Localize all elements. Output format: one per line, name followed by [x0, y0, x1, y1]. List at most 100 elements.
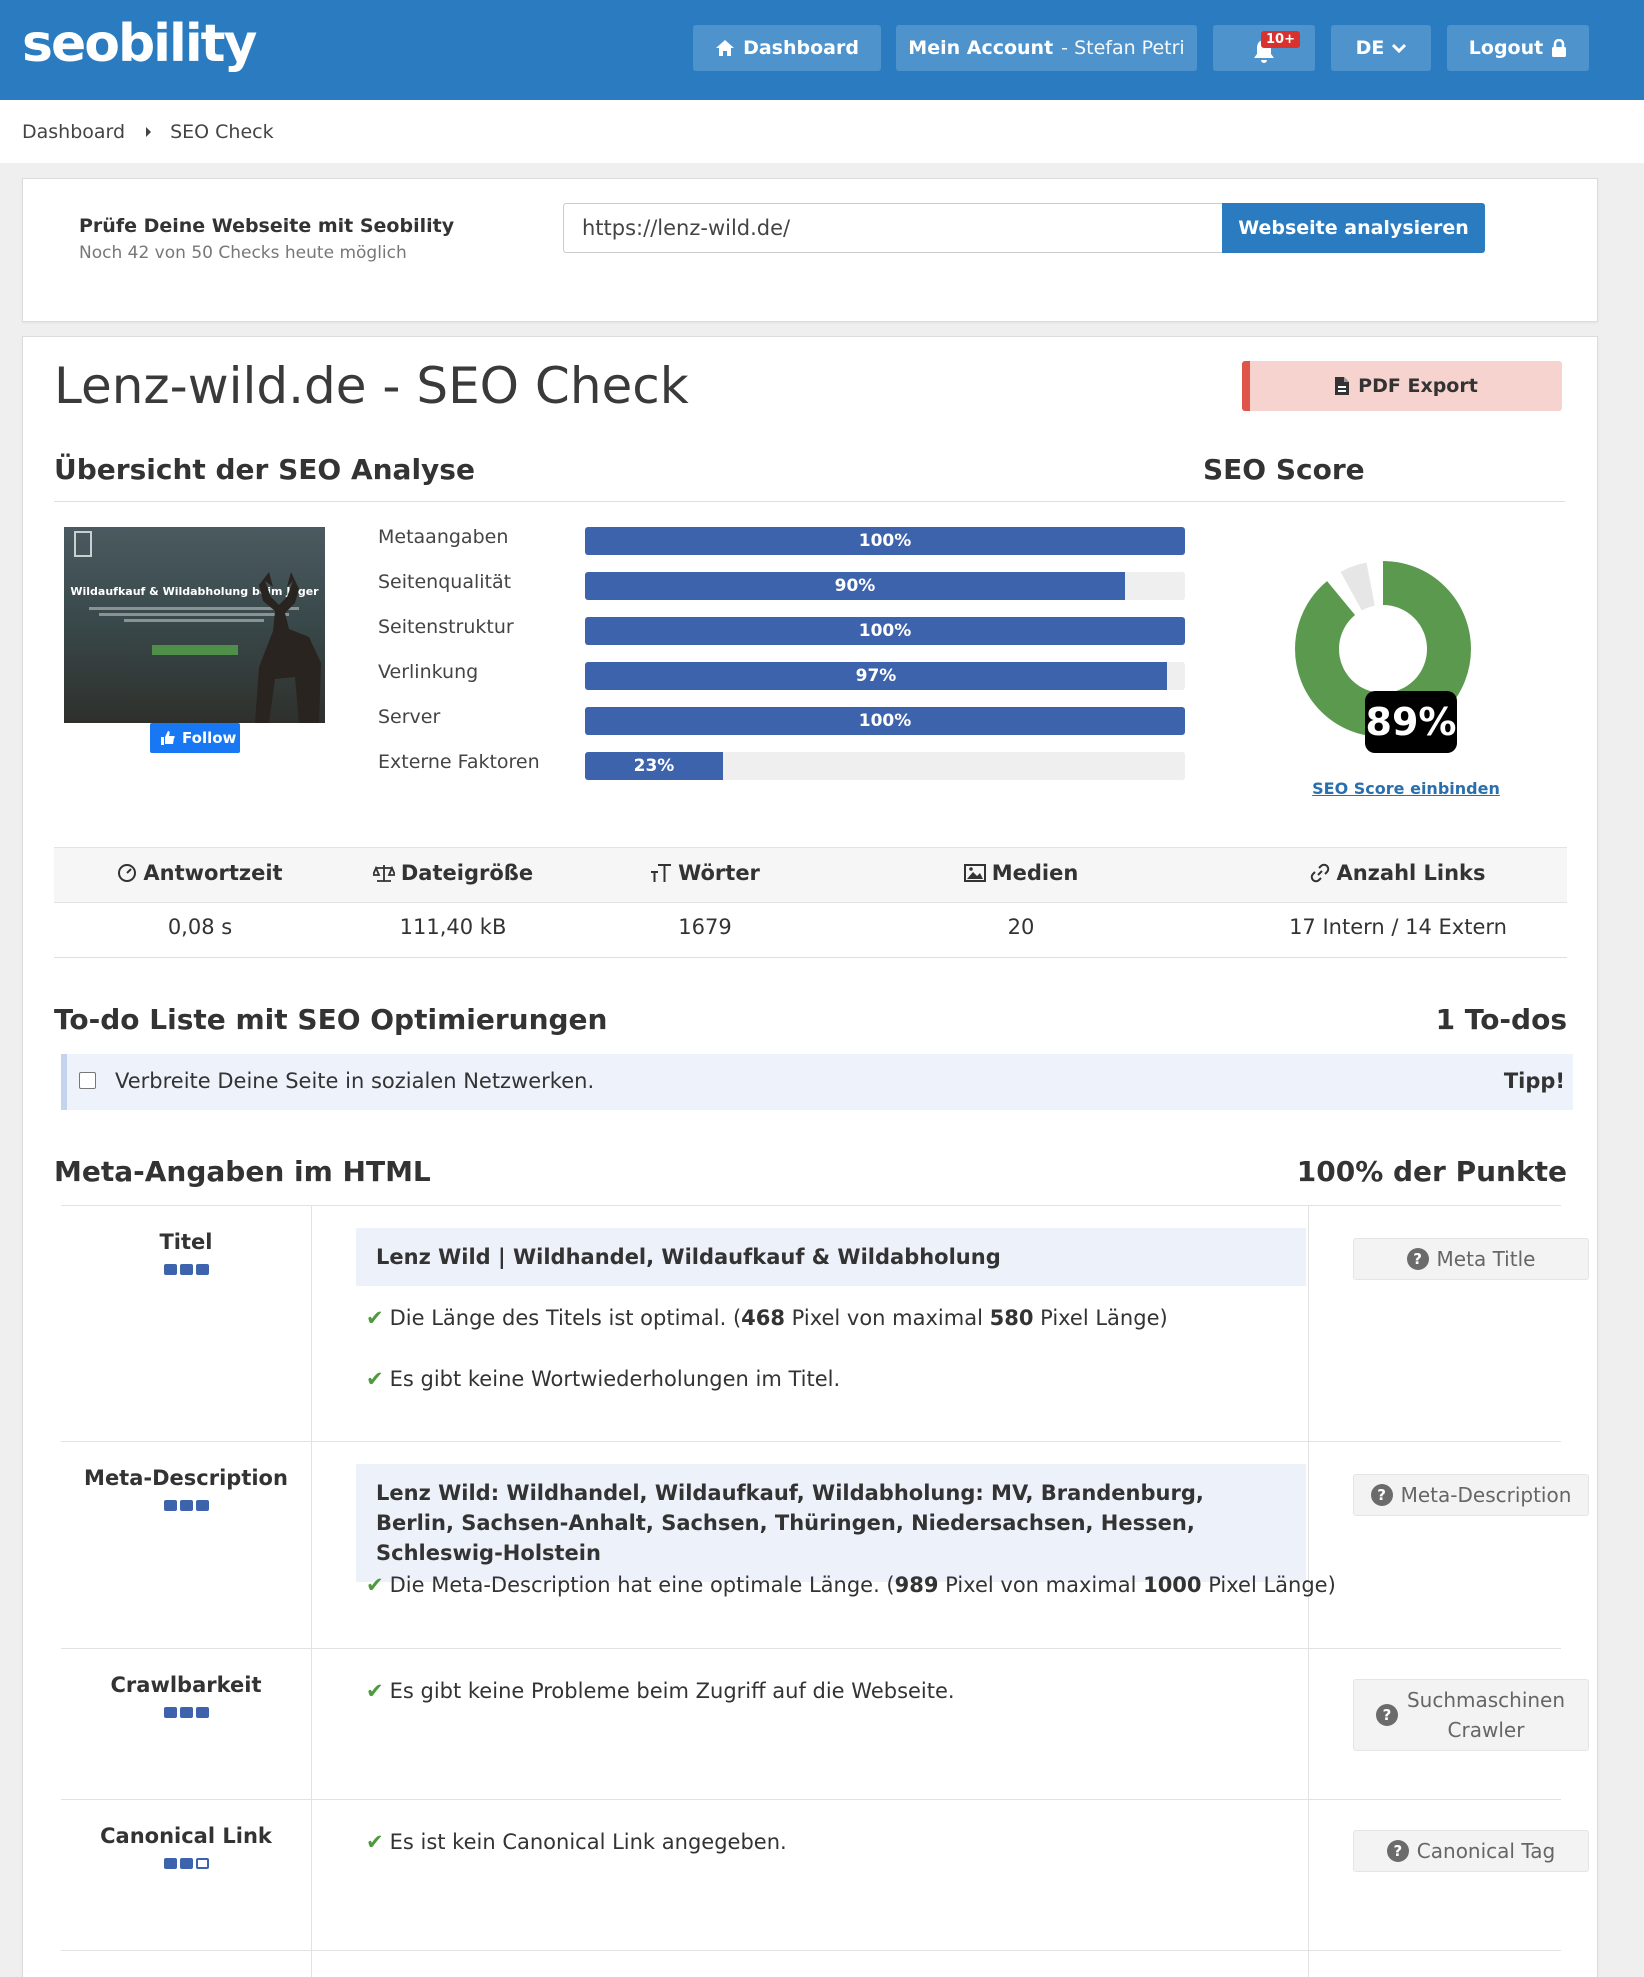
check-form-subtitle: Noch 42 von 50 Checks heute möglich — [79, 243, 407, 263]
gauge-icon — [118, 864, 137, 882]
meta-row-titel: Titel Lenz Wild | Wildhandel, Wildaufkau… — [61, 1205, 1589, 1442]
notification-count-badge: 10+ — [1261, 31, 1300, 48]
top-navbar: seobility Dashboard Mein Account - Stefa… — [0, 0, 1644, 100]
bar-fill-externe-faktoren: 23% — [585, 752, 723, 780]
question-icon: ? — [1370, 1484, 1393, 1506]
check-form-panel: Prüfe Deine Webseite mit Seobility Noch … — [22, 178, 1598, 322]
breadcrumb: Dashboard SEO Check — [0, 100, 1644, 163]
account-user: - Stefan Petri — [1061, 37, 1185, 59]
website-thumbnail: Wildaufkauf & Wildabholung beim Jäger — [64, 527, 325, 723]
checkmark-icon: ✔ — [366, 1679, 384, 1703]
question-icon: ? — [1386, 1840, 1409, 1862]
url-input[interactable]: https://lenz-wild.de/ — [563, 203, 1223, 253]
facebook-follow-button[interactable]: Follow — [150, 723, 240, 753]
check-text: Es gibt keine Wortwiederholungen im Tite… — [389, 1367, 841, 1391]
pdf-export-button[interactable]: PDF Export — [1242, 361, 1562, 411]
check-text: Die Meta-Description hat eine optimale L… — [389, 1573, 895, 1597]
bar-track-externe-faktoren: 23% — [585, 752, 1185, 780]
meta-row-description: Meta-Description Lenz Wild: Wildhandel, … — [61, 1441, 1589, 1649]
breadcrumb-current: SEO Check — [170, 120, 274, 143]
logout-button[interactable]: Logout — [1447, 25, 1589, 71]
rating-dot — [163, 1707, 177, 1718]
seobility-logo[interactable]: seobility — [22, 14, 257, 74]
bar-label-server: Server — [378, 706, 441, 728]
meta-points: 100% der Punkte — [1296, 1155, 1567, 1188]
question-icon: ? — [1406, 1248, 1429, 1270]
stat-anzahl-links-value: 17 Intern / 14 Extern — [1289, 915, 1507, 939]
seo-score-value: 89% — [1365, 691, 1457, 753]
todo-item-text: Verbreite Deine Seite in sozialen Netzwe… — [115, 1069, 595, 1093]
dashboard-button[interactable]: Dashboard — [693, 25, 881, 71]
stats-bottom-divider — [54, 957, 1567, 958]
report-panel: Lenz-wild.de - SEO Check PDF Export Über… — [22, 336, 1598, 1977]
check-item: ✔ Die Meta-Description hat eine optimale … — [366, 1573, 1336, 1597]
meta-row-crawlbarkeit: Crawlbarkeit ✔ Es gibt keine Probleme bei… — [61, 1648, 1589, 1800]
check-text: Pixel von maximal — [784, 1306, 990, 1330]
bar-label-metaangaben: Metaangaben — [378, 526, 509, 548]
rating-dot — [195, 1500, 209, 1511]
help-button-meta-title[interactable]: ? Meta Title — [1353, 1238, 1589, 1280]
rating-dots — [61, 1858, 311, 1869]
rating-dot — [163, 1264, 177, 1275]
seo-score-embed-link[interactable]: SEO Score einbinden — [1301, 779, 1511, 798]
meta-heading: Meta-Angaben im HTML — [54, 1155, 431, 1188]
meta-row-canonical: Canonical Link ✔ Es ist kein Canonical Li… — [61, 1799, 1589, 1951]
bar-fill-server: 100% — [585, 707, 1185, 735]
bar-track-seitenstruktur: 100% — [585, 617, 1185, 645]
check-item: ✔ Es ist kein Canonical Link angegeben. — [366, 1830, 787, 1854]
checkmark-icon: ✔ — [366, 1367, 384, 1391]
help-button-canonical[interactable]: ? Canonical Tag — [1353, 1830, 1589, 1872]
meta-row-divider — [61, 1950, 1561, 1952]
stat-antwortzeit-label: Antwortzeit — [143, 861, 283, 885]
todo-checkbox[interactable] — [79, 1072, 96, 1089]
todo-count: 1 To-dos — [1435, 1003, 1567, 1036]
bar-label-externe-faktoren: Externe Faktoren — [378, 751, 540, 773]
stat-woerter: Wörter 1679 — [580, 861, 830, 939]
meta-row-canonical-label: Canonical Link — [100, 1824, 272, 1848]
analyze-button[interactable]: Webseite analysieren — [1222, 203, 1485, 253]
rating-dot — [163, 1500, 177, 1511]
rating-dot — [179, 1858, 193, 1869]
breadcrumb-dashboard-link[interactable]: Dashboard — [22, 121, 125, 143]
meta-row-crawlbarkeit-label: Crawlbarkeit — [110, 1673, 262, 1697]
rating-dot-empty — [195, 1858, 209, 1869]
account-button[interactable]: Mein Account - Stefan Petri — [896, 25, 1197, 71]
check-text: Es gibt keine Probleme beim Zugriff auf … — [389, 1679, 955, 1703]
dashboard-label: Dashboard — [743, 37, 859, 59]
check-value: 580 — [989, 1306, 1034, 1330]
meta-row-titel-label: Titel — [159, 1230, 213, 1254]
check-item: ✔ Die Länge des Titels ist optimal. (468 … — [366, 1306, 1168, 1330]
stat-medien: Medien 20 — [896, 861, 1146, 939]
meta-row-label: Titel — [61, 1230, 311, 1275]
score-heading: SEO Score — [1203, 453, 1365, 486]
bar-track-verlinkung: 97% — [585, 662, 1185, 690]
scale-icon — [372, 865, 395, 882]
rating-dot — [163, 1858, 177, 1869]
lock-icon — [1552, 38, 1567, 57]
meta-row-label: Crawlbarkeit — [61, 1673, 311, 1718]
rating-dot — [179, 1264, 193, 1275]
stat-dateigroesse-label: Dateigröße — [400, 861, 534, 885]
overview-heading: Übersicht der SEO Analyse — [54, 453, 475, 486]
stat-medien-label: Medien — [991, 861, 1079, 885]
stat-dateigroesse: Dateigröße 111,40 kB — [328, 861, 578, 939]
bar-label-seitenstruktur: Seitenstruktur — [378, 616, 514, 638]
language-dropdown[interactable]: DE — [1331, 25, 1431, 71]
notifications-button[interactable]: 10+ — [1213, 25, 1315, 71]
help-button-meta-description[interactable]: ? Meta-Description — [1353, 1474, 1589, 1516]
check-item: ✔ Es gibt keine Probleme beim Zugriff auf… — [366, 1679, 955, 1703]
bar-fill-seitenstruktur: 100% — [585, 617, 1185, 645]
stat-antwortzeit: Antwortzeit 0,08 s — [75, 861, 325, 939]
bar-fill-metaangaben: 100% — [585, 527, 1185, 555]
todo-heading: To-do Liste mit SEO Optimierungen — [54, 1003, 608, 1036]
thumbnail-cta — [152, 645, 238, 655]
checkmark-icon: ✔ — [366, 1830, 384, 1854]
logout-label: Logout — [1468, 37, 1544, 59]
bar-track-server: 100% — [585, 707, 1185, 735]
help-button-crawler[interactable]: ? Suchmaschinen Crawler — [1353, 1679, 1589, 1751]
check-text: Die Länge des Titels ist optimal. ( — [389, 1306, 742, 1330]
rating-dots — [61, 1500, 311, 1511]
check-value: 989 — [894, 1573, 939, 1597]
stat-antwortzeit-value: 0,08 s — [167, 915, 233, 939]
rating-dots — [61, 1707, 311, 1718]
